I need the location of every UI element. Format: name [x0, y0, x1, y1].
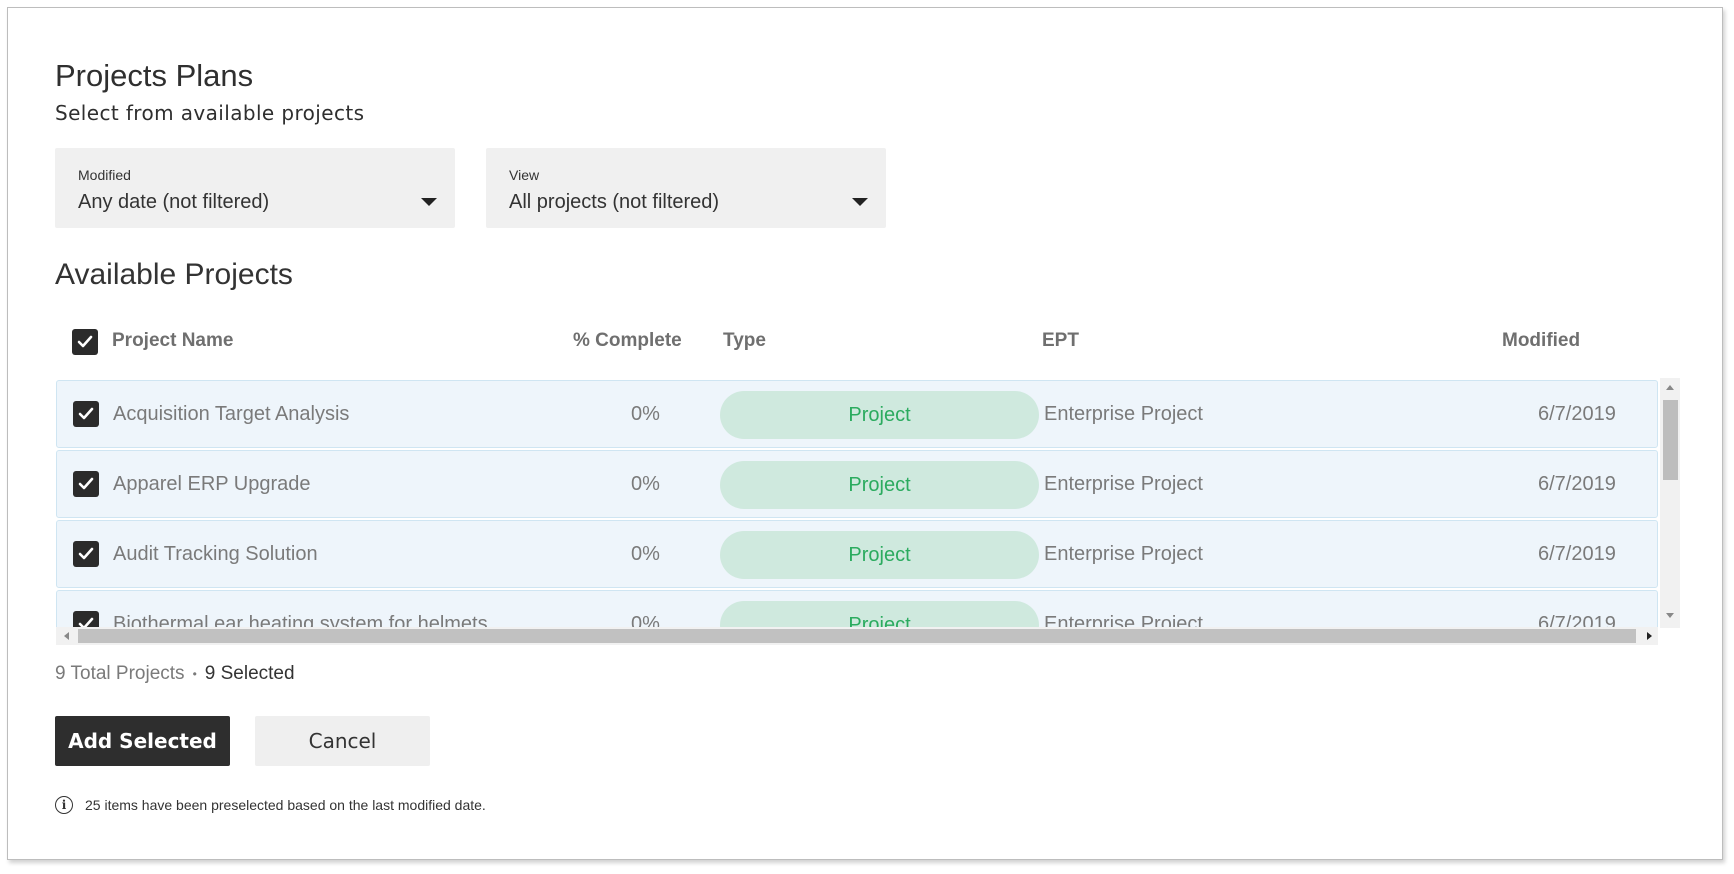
checkmark-icon [78, 547, 94, 560]
checkmark-icon [78, 407, 94, 420]
chevron-down-icon [421, 198, 437, 206]
preselection-note: i 25 items have been preselected based o… [55, 796, 486, 814]
type-badge: Project [720, 391, 1039, 439]
horizontal-scroll-thumb[interactable] [78, 629, 1636, 643]
project-name: Apparel ERP Upgrade [113, 473, 311, 495]
ept-value: Enterprise Project [1044, 613, 1203, 628]
column-header-project-name[interactable]: Project Name [112, 330, 233, 352]
selected-count: 9 Selected [204, 663, 295, 684]
page-subtitle: Select from available projects [55, 101, 365, 125]
percent-complete: 0% [631, 403, 660, 425]
selection-summary: 9 Total Projects • 9 Selected [55, 663, 295, 685]
row-checkbox[interactable] [73, 471, 99, 497]
page-title: Projects Plans [55, 58, 254, 93]
modified-filter-dropdown[interactable]: Modified Any date (not filtered) [55, 148, 455, 228]
select-all-checkbox[interactable] [72, 329, 98, 355]
preselection-note-text: 25 items have been preselected based on … [85, 797, 486, 813]
view-filter-dropdown[interactable]: View All projects (not filtered) [486, 148, 886, 228]
vertical-scrollbar[interactable] [1660, 378, 1680, 628]
percent-complete: 0% [631, 613, 660, 628]
scroll-up-arrow-icon[interactable] [1666, 385, 1674, 390]
modified-date: 6/7/2019 [1538, 473, 1616, 495]
table-row[interactable]: Acquisition Target Analysis 0% Project E… [56, 380, 1658, 448]
total-projects-count: 9 Total Projects [55, 663, 185, 684]
type-badge: Project [720, 531, 1039, 579]
vertical-scroll-thumb[interactable] [1663, 400, 1678, 480]
type-badge: Project [720, 601, 1039, 628]
table-row[interactable]: Audit Tracking Solution 0% Project Enter… [56, 520, 1658, 588]
modified-date: 6/7/2019 [1538, 403, 1616, 425]
project-name: Biothermal ear heating system for helmet… [113, 613, 488, 628]
ept-value: Enterprise Project [1044, 473, 1203, 495]
chevron-down-icon [852, 198, 868, 206]
scroll-left-arrow-icon[interactable] [64, 632, 69, 640]
info-icon: i [55, 796, 73, 814]
modified-date: 6/7/2019 [1538, 613, 1616, 628]
ept-value: Enterprise Project [1044, 403, 1203, 425]
column-header-ept[interactable]: EPT [1042, 330, 1079, 352]
row-checkbox[interactable] [73, 611, 99, 628]
column-header-modified[interactable]: Modified [1502, 330, 1580, 352]
scroll-right-arrow-icon[interactable] [1647, 632, 1652, 640]
horizontal-scrollbar[interactable] [56, 627, 1658, 645]
scroll-down-arrow-icon[interactable] [1666, 613, 1674, 618]
projects-grid: Acquisition Target Analysis 0% Project E… [56, 378, 1660, 628]
project-name: Acquisition Target Analysis [113, 403, 350, 425]
section-title: Available Projects [55, 258, 293, 291]
view-filter-value: All projects (not filtered) [509, 191, 720, 213]
checkmark-icon [77, 335, 93, 348]
modified-date: 6/7/2019 [1538, 543, 1616, 565]
table-row[interactable]: Apparel ERP Upgrade 0% Project Enterpris… [56, 450, 1658, 518]
row-checkbox[interactable] [73, 541, 99, 567]
type-badge: Project [720, 461, 1039, 509]
column-header-type[interactable]: Type [723, 330, 766, 352]
project-name: Audit Tracking Solution [113, 543, 318, 565]
modified-filter-label: Modified [78, 167, 131, 183]
percent-complete: 0% [631, 473, 660, 495]
percent-complete: 0% [631, 543, 660, 565]
modified-filter-value: Any date (not filtered) [78, 191, 270, 213]
view-filter-label: View [509, 167, 540, 183]
separator-dot: • [192, 666, 197, 681]
cancel-button[interactable]: Cancel [255, 716, 430, 766]
table-row[interactable]: Biothermal ear heating system for helmet… [56, 590, 1658, 628]
ept-value: Enterprise Project [1044, 543, 1203, 565]
add-selected-button[interactable]: Add Selected [55, 716, 230, 766]
column-header-complete[interactable]: % Complete [573, 330, 682, 352]
checkmark-icon [78, 477, 94, 490]
row-checkbox[interactable] [73, 401, 99, 427]
